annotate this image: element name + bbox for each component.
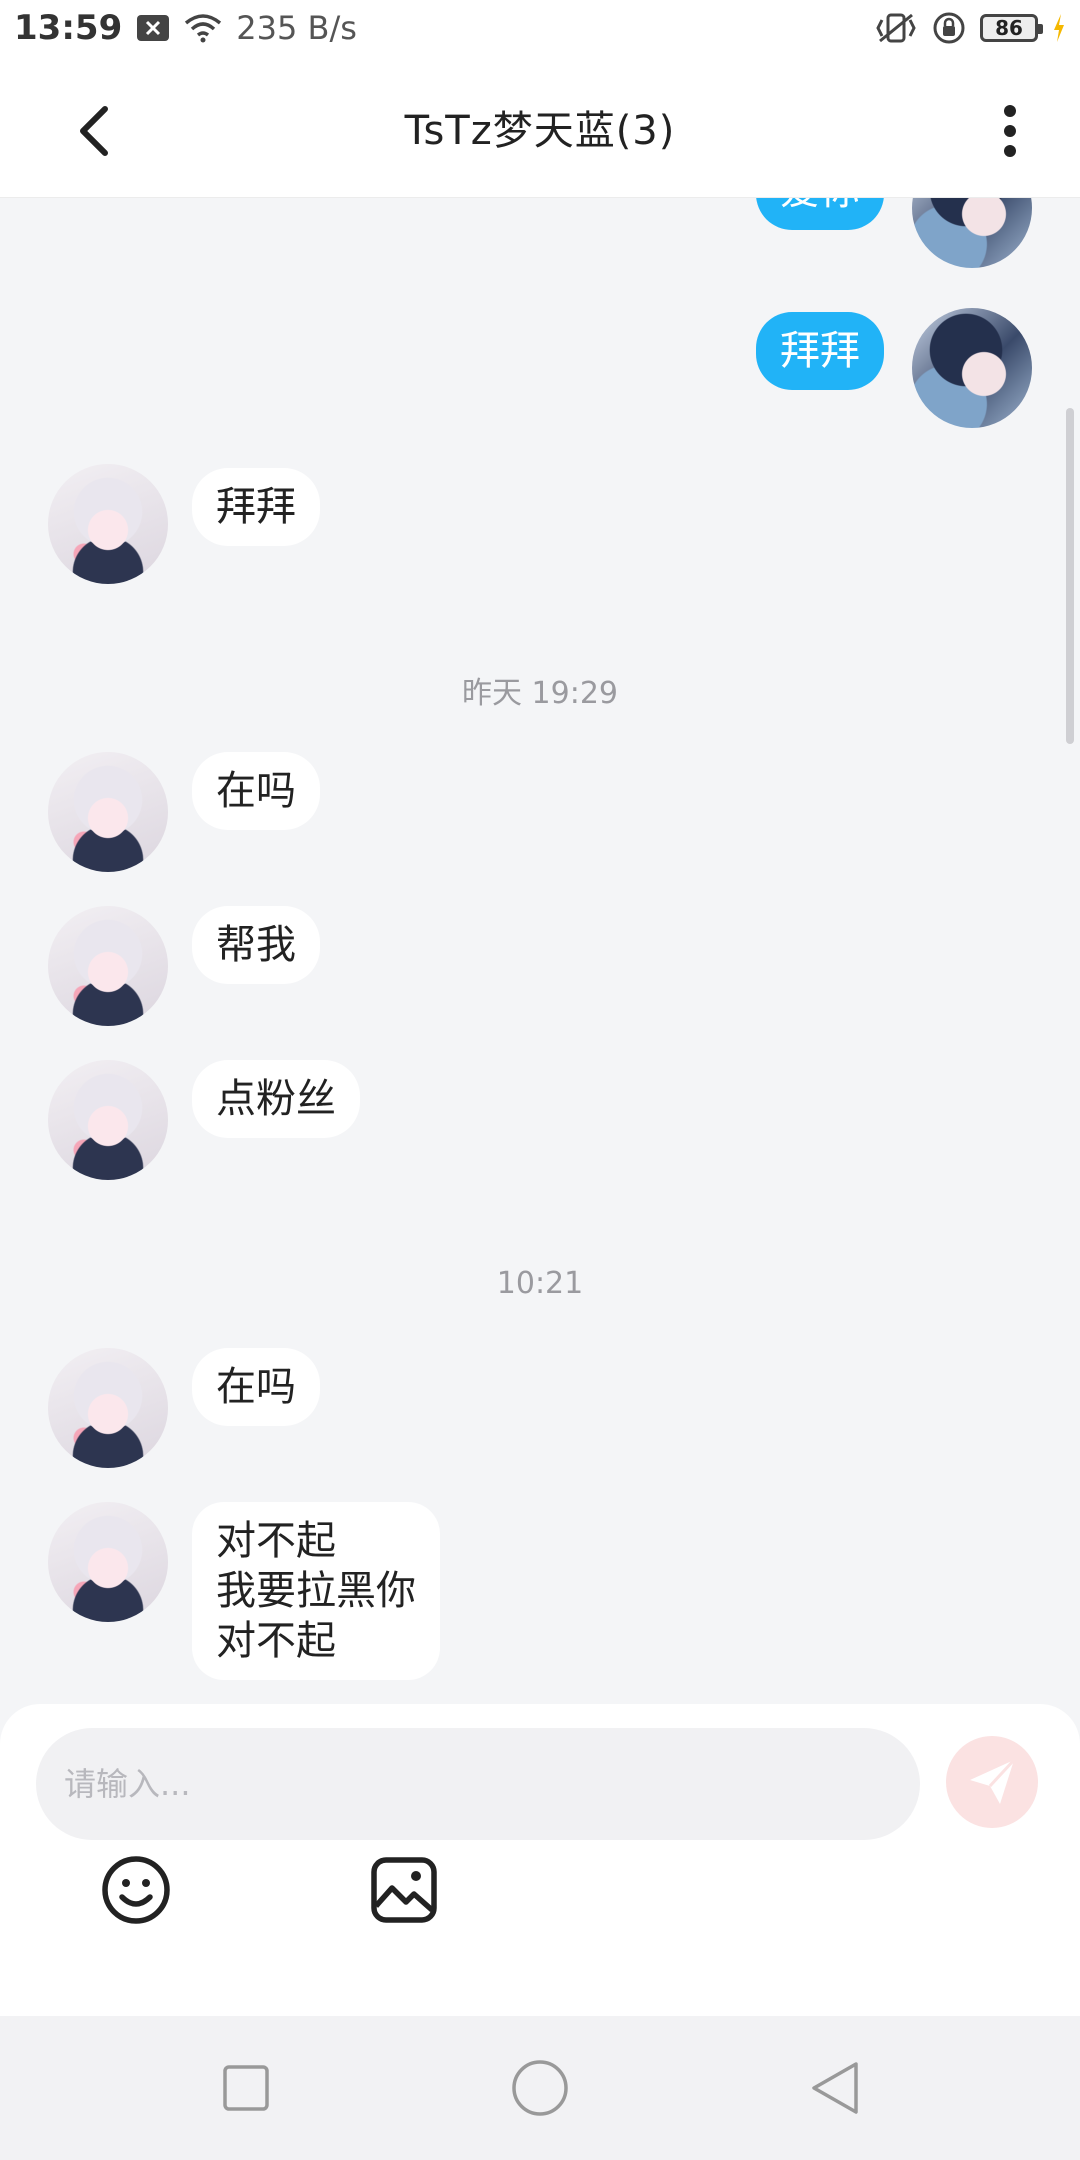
- avatar[interactable]: [48, 906, 168, 1026]
- message-bubble-incoming[interactable]: 帮我: [192, 906, 320, 984]
- avatar[interactable]: [912, 308, 1032, 428]
- chat-header: TsTz梦天蓝(3): [0, 56, 1080, 198]
- input-panel: [0, 1704, 1080, 2016]
- message-line: 我要拉黑你: [216, 1568, 416, 1614]
- more-vertical-icon: [1004, 105, 1016, 157]
- status-time: 13:59: [14, 8, 123, 48]
- message-bubble-incoming[interactable]: 在吗: [192, 752, 320, 830]
- triangle-back-icon: [812, 2062, 858, 2114]
- timestamp: 10:21: [496, 1266, 584, 1301]
- avatar[interactable]: [48, 1060, 168, 1180]
- image-icon: [371, 1857, 437, 1923]
- chat-title: TsTz梦天蓝(3): [404, 108, 676, 154]
- image-button[interactable]: [364, 1850, 444, 1930]
- send-button[interactable]: [946, 1736, 1038, 1828]
- timestamp: 昨天 19:29: [462, 676, 618, 711]
- message-bubble-outgoing[interactable]: 爱你: [756, 198, 884, 230]
- message-input[interactable]: [36, 1728, 920, 1840]
- avatar[interactable]: [912, 198, 1032, 268]
- system-nav-bar: [0, 2016, 1080, 2160]
- square-icon: [223, 2065, 269, 2111]
- vibrate-icon: [874, 11, 918, 45]
- smiley-icon: [102, 1856, 170, 1924]
- rotation-lock-icon: [932, 11, 966, 45]
- paper-plane-icon: [970, 1758, 1016, 1804]
- avatar[interactable]: [48, 464, 168, 584]
- more-options-button[interactable]: [990, 96, 1030, 166]
- back-nav-button[interactable]: [784, 2038, 884, 2138]
- message-line: 对不起: [216, 1618, 336, 1664]
- battery-icon: 86: [980, 14, 1043, 42]
- message-bubble-incoming[interactable]: 拜拜: [192, 468, 320, 546]
- message-bubble-outgoing[interactable]: 拜拜: [756, 312, 884, 390]
- message-line: 对不起: [216, 1518, 336, 1564]
- charging-icon: [1052, 13, 1066, 43]
- message-bubble-incoming[interactable]: 对不起 我要拉黑你 对不起: [192, 1502, 440, 1680]
- message-list[interactable]: 爱你 拜拜 拜拜 昨天 19:29 在吗 帮我 点粉丝 10:21 在吗 对不起…: [0, 198, 1080, 1706]
- circle-icon: [512, 2060, 568, 2116]
- status-bar: 13:59 235 B/s 86: [0, 0, 1080, 56]
- home-button[interactable]: [490, 2038, 590, 2138]
- recents-button[interactable]: [196, 2038, 296, 2138]
- message-bubble-incoming[interactable]: 在吗: [192, 1348, 320, 1426]
- sim-disabled-icon: [136, 13, 170, 43]
- emoji-button[interactable]: [96, 1850, 176, 1930]
- wifi-icon: [184, 13, 222, 43]
- avatar[interactable]: [48, 1502, 168, 1622]
- message-bubble-incoming[interactable]: 点粉丝: [192, 1060, 360, 1138]
- avatar[interactable]: [48, 752, 168, 872]
- battery-level: 86: [995, 16, 1023, 40]
- net-speed: 235 B/s: [236, 9, 357, 47]
- avatar[interactable]: [48, 1348, 168, 1468]
